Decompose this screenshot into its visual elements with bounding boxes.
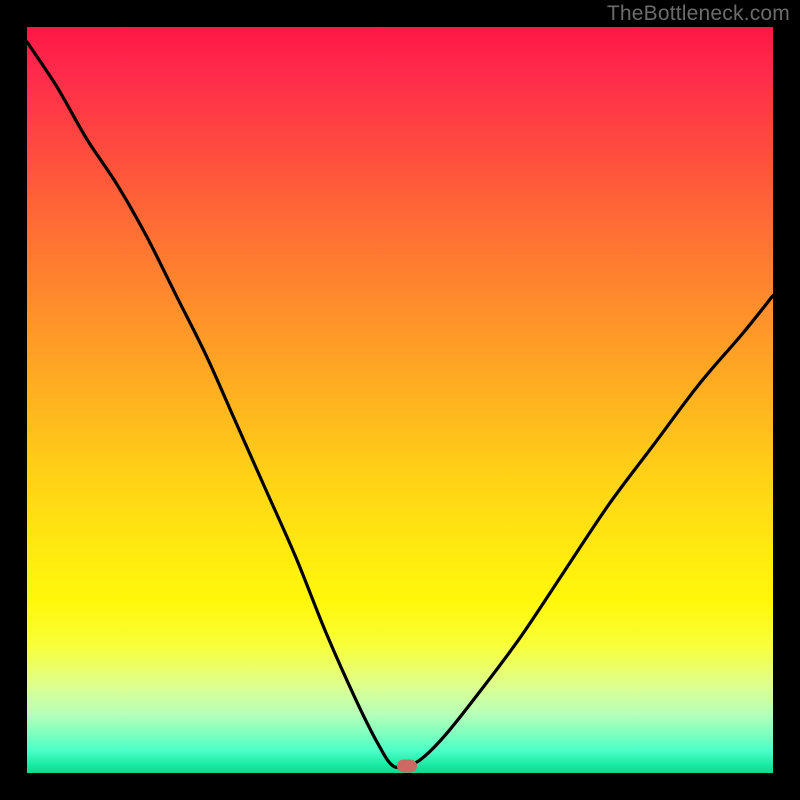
optimal-point-marker bbox=[397, 759, 417, 772]
bottleneck-curve bbox=[27, 27, 773, 773]
chart-frame: TheBottleneck.com bbox=[0, 0, 800, 800]
watermark-text: TheBottleneck.com bbox=[607, 2, 790, 26]
plot-area bbox=[27, 27, 773, 773]
